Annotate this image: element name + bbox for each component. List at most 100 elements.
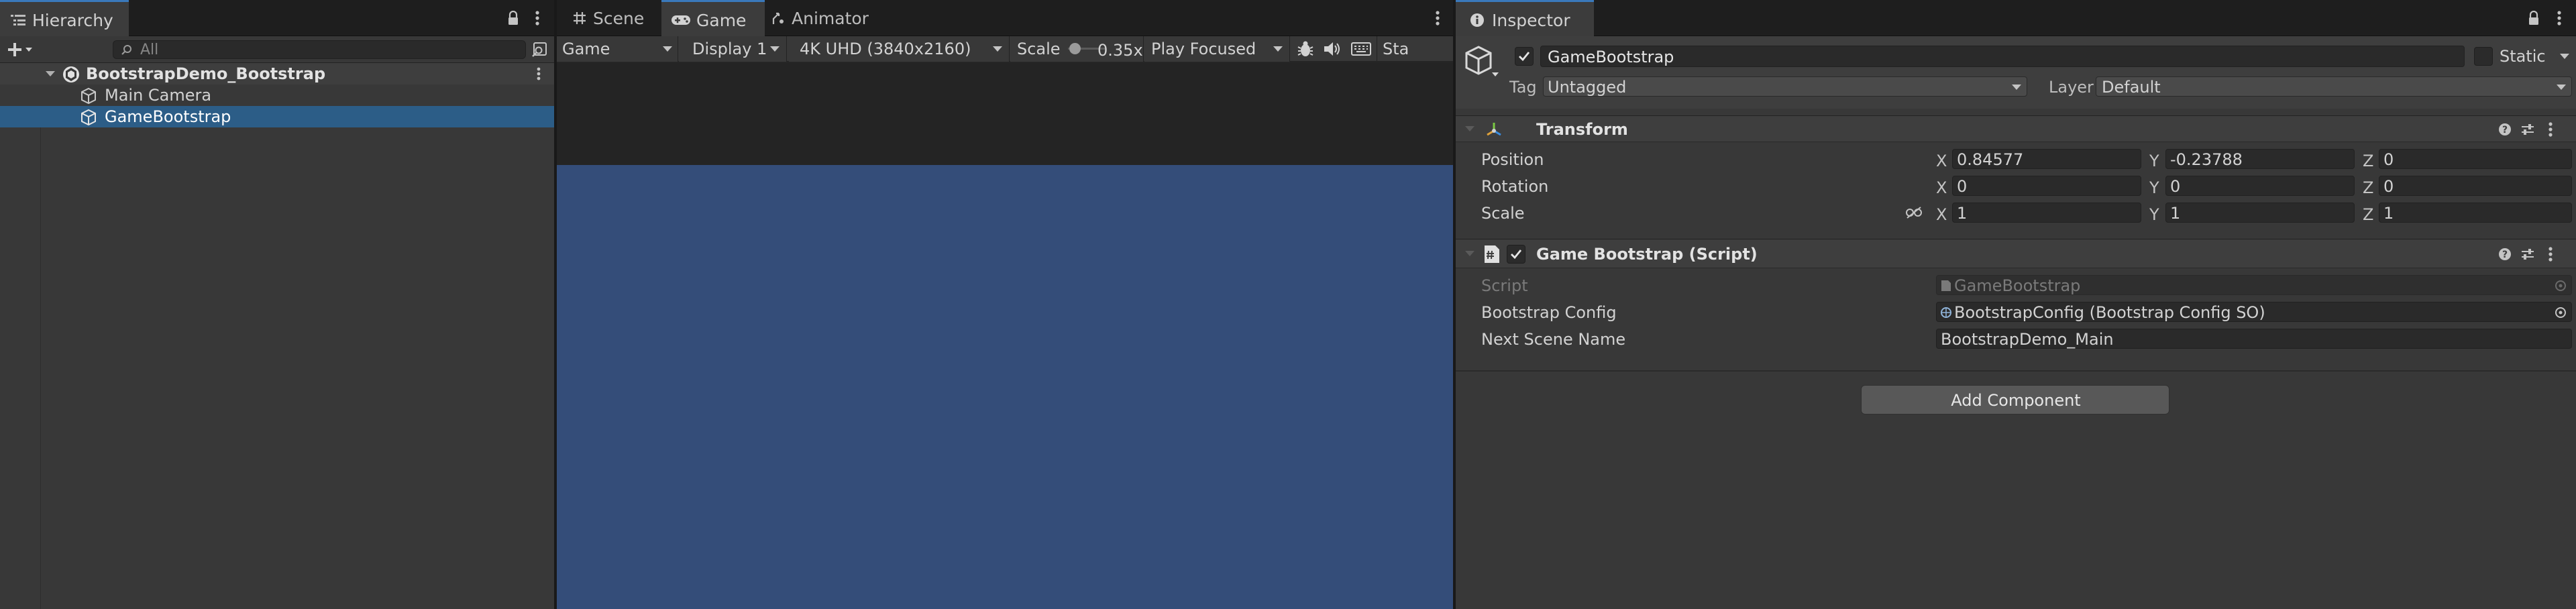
axis-x-label[interactable]: X — [1936, 205, 1947, 224]
constrain-proportions-icon[interactable] — [1904, 205, 1924, 221]
help-icon[interactable]: ? — [2497, 246, 2513, 262]
axis-z-label[interactable]: Z — [2363, 205, 2373, 224]
transform-row-label: Rotation — [1481, 177, 1549, 196]
bootstrap-config-value: BootstrapConfig (Bootstrap Config SO) — [1954, 303, 2265, 322]
checkmark-icon — [1509, 247, 1523, 261]
script-reference-field: GameBootstrap — [1936, 275, 2572, 295]
add-dropdown-button[interactable] — [7, 40, 34, 59]
lock-icon[interactable] — [2525, 9, 2542, 27]
tab-inspector[interactable]: Inspector — [1456, 0, 1594, 38]
search-by-type-icon[interactable] — [530, 40, 549, 59]
script-field-row: Script GameBootstrap — [1456, 275, 2576, 295]
transform-row-label: Position — [1481, 150, 1544, 169]
tab-hierarchy[interactable]: Hierarchy — [0, 0, 129, 38]
script-file-icon — [1939, 279, 1953, 292]
tab-game-label: Game — [696, 10, 747, 30]
game-viewport[interactable] — [557, 165, 1453, 609]
axis-z-label[interactable]: Z — [2363, 178, 2373, 197]
tab-animator[interactable]: Animator — [763, 0, 891, 36]
static-checkbox[interactable] — [2474, 47, 2493, 66]
object-name-input[interactable]: GameBootstrap — [1540, 46, 2465, 67]
unity-scene-icon — [62, 65, 80, 84]
axis-y-label[interactable]: Y — [2149, 178, 2159, 197]
tab-scene-label: Scene — [593, 8, 645, 28]
component-more-icon[interactable] — [2545, 246, 2556, 262]
rotation-x-field[interactable]: 0 — [1952, 176, 2141, 196]
chevron-down-icon — [1273, 46, 1283, 52]
component-enabled-checkbox[interactable] — [1507, 245, 1525, 264]
axis-z-label[interactable]: Z — [2363, 152, 2373, 170]
presets-icon[interactable] — [2520, 246, 2536, 262]
stats-button[interactable]: Sta — [1377, 36, 1453, 62]
more-options-icon[interactable] — [1430, 9, 1445, 27]
script-value: GameBootstrap — [1954, 276, 2081, 295]
axis-y-label[interactable]: Y — [2149, 205, 2159, 224]
axis-y-label[interactable]: Y — [2149, 152, 2159, 170]
add-component-button[interactable]: Add Component — [1861, 385, 2169, 414]
next-scene-input[interactable]: BootstrapDemo_Main — [1936, 329, 2572, 349]
next-scene-row: Next Scene Name BootstrapDemo_Main — [1456, 329, 2576, 349]
position-z-field[interactable]: 0 — [2379, 149, 2572, 169]
transform-row-scale: Scale X 1 Y 1 Z 1 — [1456, 203, 2576, 224]
audio-icon[interactable] — [1322, 39, 1343, 59]
tab-game[interactable]: Game — [661, 0, 765, 38]
object-name-value: GameBootstrap — [1548, 48, 1674, 66]
hierarchy-panel: Hierarchy All BootstrapDemo_Bootstrap Ma… — [0, 0, 557, 609]
script-component-header[interactable]: Game Bootstrap (Script) ? — [1456, 239, 2576, 268]
hierarchy-item-main-camera[interactable]: Main Camera — [0, 85, 554, 106]
stats-label: Sta — [1383, 40, 1409, 58]
layer-select[interactable]: Default — [2096, 76, 2572, 97]
hierarchy-search-input[interactable]: All — [113, 40, 526, 59]
scale-slider-thumb[interactable] — [1069, 43, 1081, 54]
view-select[interactable]: Game — [557, 36, 678, 62]
scale-z-field[interactable]: 1 — [2379, 203, 2572, 223]
more-options-icon[interactable] — [2552, 9, 2567, 27]
foldout-expanded-icon[interactable] — [1465, 251, 1474, 256]
tab-animator-label: Animator — [792, 8, 869, 28]
scene-more-icon[interactable] — [533, 66, 544, 82]
static-dropdown-icon[interactable] — [2560, 54, 2569, 59]
bootstrap-config-row: Bootstrap Config BootstrapConfig (Bootst… — [1456, 302, 2576, 322]
keyboard-icon[interactable] — [1350, 39, 1373, 59]
tag-select[interactable]: Untagged — [1543, 76, 2027, 97]
display-select-value: Display 1 — [692, 40, 767, 58]
scale-y-field[interactable]: 1 — [2165, 203, 2355, 223]
transform-header[interactable]: Transform ? — [1456, 115, 2576, 142]
foldout-expanded-icon[interactable] — [46, 71, 55, 76]
object-picker-icon[interactable] — [2554, 306, 2567, 319]
component-more-icon[interactable] — [2545, 121, 2556, 137]
resolution-select[interactable]: 4K UHD (3840x2160) — [789, 36, 1010, 62]
chevron-down-icon — [2012, 85, 2021, 90]
active-checkbox[interactable] — [1515, 47, 1534, 66]
resolution-select-value: 4K UHD (3840x2160) — [800, 40, 971, 58]
svg-text:?: ? — [2502, 125, 2508, 135]
bug-icon[interactable] — [1295, 39, 1316, 59]
position-x-field[interactable]: 0.84577 — [1952, 149, 2141, 169]
gameobject-cube-icon — [79, 87, 98, 105]
center-tabstrip: Scene Game Animator — [557, 0, 1453, 38]
bootstrap-config-field[interactable]: BootstrapConfig (Bootstrap Config SO) — [1936, 302, 2572, 322]
more-options-icon[interactable] — [530, 9, 545, 27]
lock-icon[interactable] — [504, 9, 522, 27]
presets-icon[interactable] — [2520, 121, 2536, 137]
add-component-label: Add Component — [1951, 391, 2081, 410]
help-icon[interactable]: ? — [2497, 121, 2513, 137]
display-select[interactable]: Display 1 — [679, 36, 787, 62]
info-icon — [1469, 12, 1485, 28]
hierarchy-item-label: Main Camera — [105, 86, 212, 105]
hierarchy-item-gamebootstrap[interactable]: GameBootstrap — [0, 106, 554, 127]
axis-x-label[interactable]: X — [1936, 152, 1947, 170]
field-value: 0 — [2383, 150, 2394, 169]
rotation-y-field[interactable]: 0 — [2165, 176, 2355, 196]
scene-row[interactable]: BootstrapDemo_Bootstrap — [0, 63, 554, 85]
play-mode-select[interactable]: Play Focused — [1144, 36, 1290, 62]
axis-x-label[interactable]: X — [1936, 178, 1947, 197]
hierarchy-tabstrip: Hierarchy — [0, 0, 554, 38]
scale-x-field[interactable]: 1 — [1952, 203, 2141, 223]
rotation-z-field[interactable]: 0 — [2379, 176, 2572, 196]
foldout-expanded-icon[interactable] — [1465, 126, 1474, 131]
position-y-field[interactable]: -0.23788 — [2165, 149, 2355, 169]
game-letterbox-top — [557, 62, 1453, 165]
tab-scene[interactable]: Scene — [565, 0, 672, 36]
gameobject-icon[interactable] — [1464, 46, 1500, 79]
